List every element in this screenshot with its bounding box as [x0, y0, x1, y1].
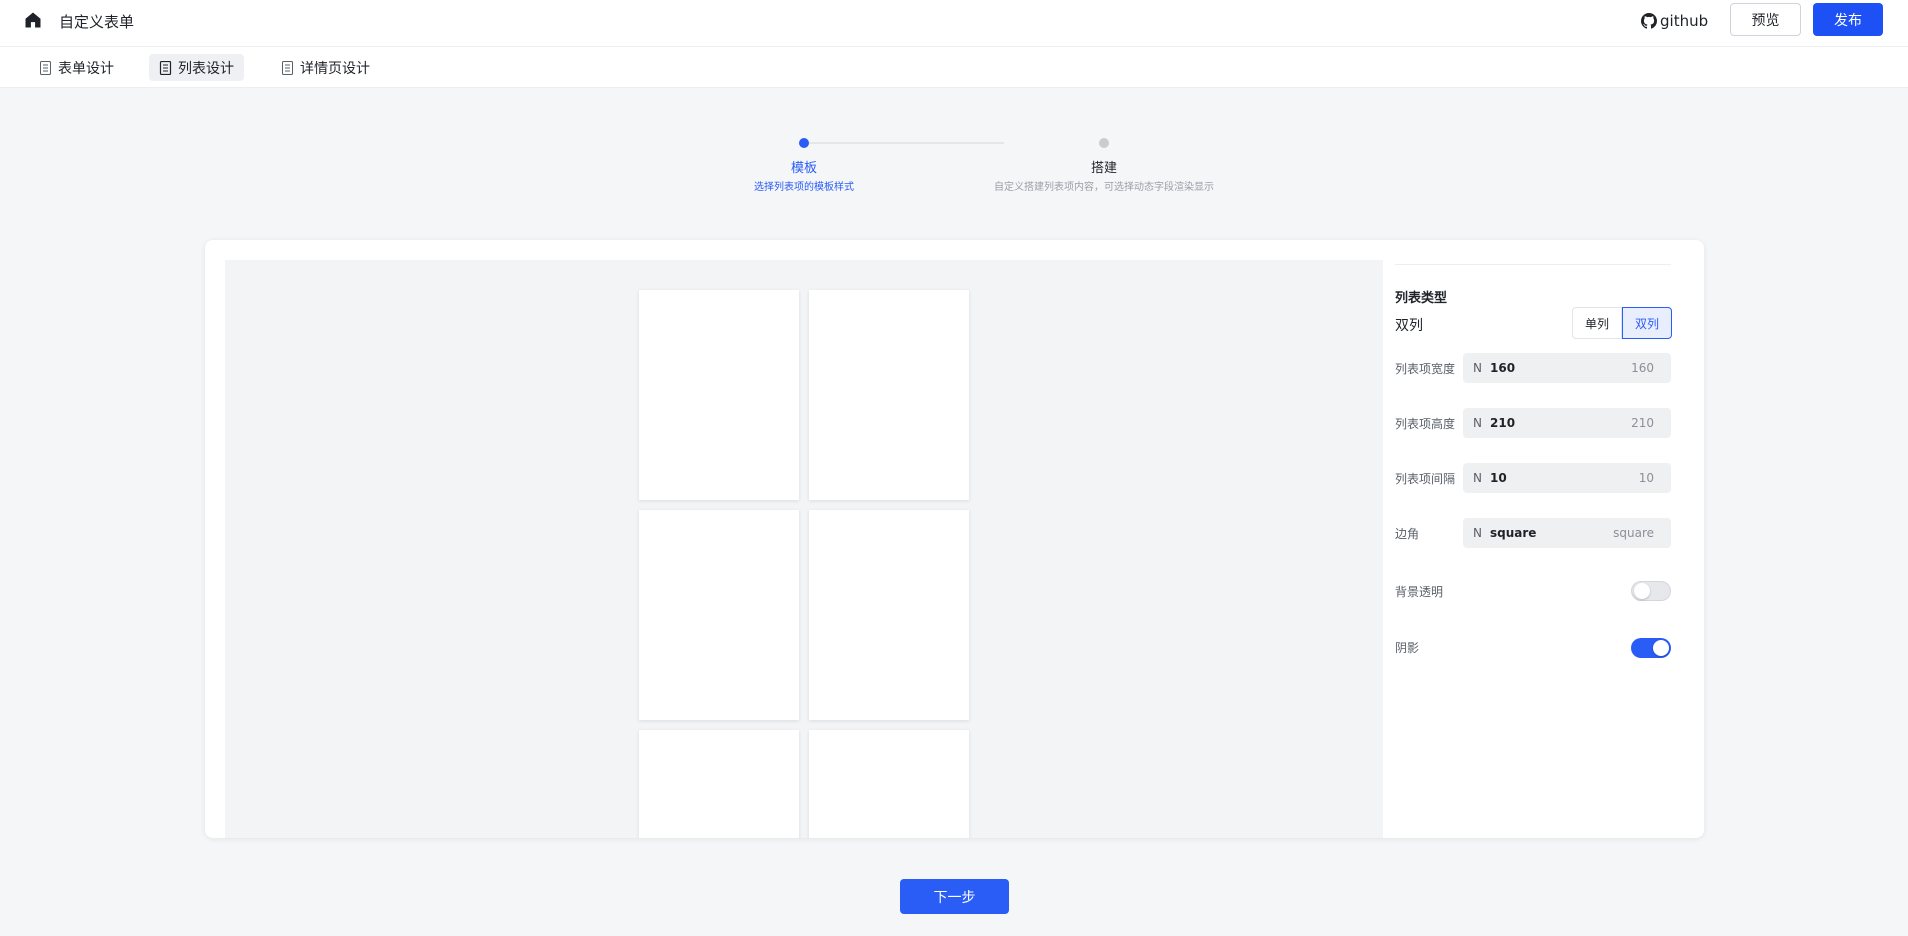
gap-label: 列表项间隔 — [1395, 472, 1456, 486]
list-item[interactable] — [639, 510, 799, 720]
design-tabs: 表单设计 列表设计 详情页设计 — [0, 47, 1908, 88]
number-prefix: N — [1473, 416, 1482, 430]
number-prefix: N — [1473, 361, 1482, 375]
list-type-toggle: 单列 双列 — [1572, 307, 1672, 339]
transparent-row: 背景透明 — [1395, 576, 1671, 606]
width-hint: 160 — [1631, 361, 1654, 375]
step-desc-build: 自定义搭建列表项内容，可选择动态字段渲染显示 — [994, 182, 1214, 193]
number-prefix: N — [1473, 526, 1482, 540]
step-title-build[interactable]: 搭建 — [1044, 157, 1164, 176]
corner-label: 边角 — [1395, 527, 1420, 541]
next-step-button[interactable]: 下一步 — [900, 879, 1009, 914]
app-header: 自定义表单 github 预览 发布 — [0, 0, 1908, 47]
transparent-switch[interactable] — [1631, 581, 1671, 601]
designer-card: 列表类型 双列 单列 双列 列表项宽度 N 160 160 列表项高度 N 21… — [205, 240, 1704, 838]
transparent-label: 背景透明 — [1395, 585, 1444, 599]
height-value: 210 — [1490, 416, 1516, 430]
settings-panel: 列表类型 双列 单列 双列 列表项宽度 N 160 160 列表项高度 N 21… — [1395, 260, 1685, 820]
gap-row: 列表项间隔 N 10 10 — [1395, 463, 1671, 493]
corner-row: 边角 N square square — [1395, 518, 1671, 548]
document-icon — [159, 60, 172, 75]
home-icon[interactable] — [23, 10, 43, 30]
width-row: 列表项宽度 N 160 160 — [1395, 353, 1671, 383]
tab-label: 列表设计 — [178, 60, 234, 77]
list-item[interactable] — [639, 290, 799, 500]
number-prefix: N — [1473, 471, 1482, 485]
tab-list-design[interactable]: 列表设计 — [149, 54, 244, 81]
list-type-title: 列表类型 — [1395, 291, 1448, 306]
gap-hint: 10 — [1638, 471, 1654, 485]
github-label: github — [1660, 12, 1709, 30]
list-type-value: 双列 — [1395, 318, 1423, 334]
double-column-option[interactable]: 双列 — [1622, 307, 1672, 339]
app-title: 自定义表单 — [59, 13, 135, 31]
corner-hint: square — [1613, 526, 1654, 540]
publish-button[interactable]: 发布 — [1813, 3, 1883, 36]
tab-label: 表单设计 — [58, 60, 114, 77]
height-label: 列表项高度 — [1395, 417, 1456, 431]
list-grid — [639, 290, 969, 838]
height-row: 列表项高度 N 210 210 — [1395, 408, 1671, 438]
step-dot-build[interactable] — [1099, 138, 1109, 148]
github-link[interactable]: github — [1641, 10, 1708, 32]
list-item[interactable] — [809, 510, 969, 720]
width-label: 列表项宽度 — [1395, 362, 1456, 376]
step-connector — [804, 142, 1004, 144]
single-column-option[interactable]: 单列 — [1572, 307, 1622, 339]
panel-divider — [1395, 264, 1671, 265]
shadow-label: 阴影 — [1395, 641, 1420, 655]
list-item[interactable] — [809, 730, 969, 838]
width-value: 160 — [1490, 361, 1516, 375]
preview-canvas[interactable] — [225, 260, 1383, 838]
step-desc-template: 选择列表项的模板样式 — [754, 182, 854, 193]
github-icon — [1641, 13, 1657, 29]
shadow-row: 阴影 — [1395, 632, 1671, 662]
step-indicator: 模板 搭建 选择列表项的模板样式 自定义搭建列表项内容，可选择动态字段渲染显示 — [700, 132, 1260, 193]
corner-input[interactable]: N square square — [1463, 518, 1671, 548]
gap-value: 10 — [1490, 471, 1507, 485]
tab-label: 详情页设计 — [300, 60, 370, 77]
height-hint: 210 — [1631, 416, 1654, 430]
gap-input[interactable]: N 10 10 — [1463, 463, 1671, 493]
tab-detail-design[interactable]: 详情页设计 — [271, 54, 380, 81]
switch-knob — [1653, 640, 1669, 656]
tab-form-design[interactable]: 表单设计 — [29, 54, 124, 81]
corner-value: square — [1490, 526, 1537, 540]
document-icon — [282, 60, 293, 75]
shadow-switch[interactable] — [1631, 638, 1671, 658]
document-icon — [40, 60, 51, 75]
step-dot-template[interactable] — [799, 138, 809, 148]
list-item[interactable] — [809, 290, 969, 500]
preview-button[interactable]: 预览 — [1730, 3, 1801, 36]
width-input[interactable]: N 160 160 — [1463, 353, 1671, 383]
height-input[interactable]: N 210 210 — [1463, 408, 1671, 438]
step-title-template[interactable]: 模板 — [744, 157, 864, 176]
switch-knob — [1634, 583, 1650, 599]
list-item[interactable] — [639, 730, 799, 838]
